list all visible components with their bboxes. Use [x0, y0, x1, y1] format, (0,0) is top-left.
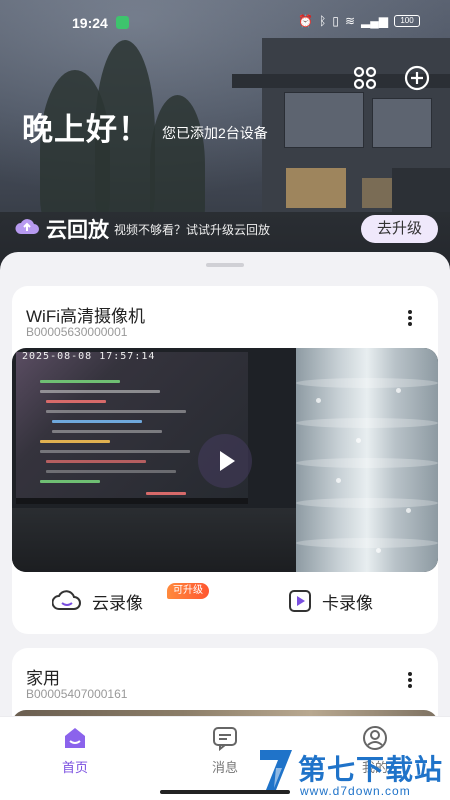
- device-name: WiFi高清摄像机: [26, 307, 145, 326]
- watermark-title: 第七下载站: [298, 754, 444, 785]
- card-recording-label: 卡录像: [322, 593, 373, 613]
- desk: [12, 508, 312, 572]
- cloud-upload-icon: [15, 219, 39, 234]
- cloud-playback-title: 云回放: [46, 219, 109, 242]
- play-square-icon: [289, 590, 311, 612]
- watermark-url: www.d7down.com: [300, 784, 411, 798]
- device-count-text: 您已添加2台设备: [162, 125, 268, 141]
- drag-handle[interactable]: [206, 263, 244, 267]
- device-card[interactable]: WiFi高清摄像机 B00005630000001 2025-08-08 17:…: [12, 286, 438, 634]
- cloud-playback-banner[interactable]: 云回放 视频不够看？试试升级云回放 去升级: [0, 205, 450, 249]
- signal-icon: ▂▄▆: [361, 14, 388, 28]
- message-icon: [213, 727, 237, 751]
- more-options-button[interactable]: [408, 672, 412, 690]
- upgrade-badge: 可升级: [167, 583, 209, 599]
- device-serial: B00005407000161: [26, 687, 128, 701]
- bottle: [296, 348, 438, 572]
- alarm-icon: ⏰: [298, 14, 314, 28]
- device-serial: B00005630000001: [26, 325, 128, 339]
- video-preview[interactable]: 2025-08-08 17:57:14: [12, 348, 438, 572]
- video-timestamp: 2025-08-08 17:57:14: [22, 351, 156, 362]
- cloud-recording-button[interactable]: 云录像: [52, 586, 143, 616]
- cloud-recording-label: 云录像: [92, 593, 143, 613]
- device-name: 家用: [26, 669, 60, 688]
- upgrade-button[interactable]: 去升级: [361, 215, 438, 243]
- tab-home[interactable]: 首页: [45, 725, 105, 776]
- scan-icon: [353, 66, 377, 90]
- home-icon: [65, 728, 85, 748]
- more-options-button[interactable]: [408, 310, 412, 328]
- home-indicator[interactable]: [160, 790, 290, 794]
- notification-app-icon: [116, 16, 129, 29]
- card-recording-button[interactable]: 卡录像: [288, 586, 373, 616]
- greeting-text: 晚上好！: [22, 112, 150, 147]
- tab-home-label: 首页: [61, 760, 88, 775]
- status-time: 19:24: [72, 15, 108, 31]
- cloud-playback-description: 视频不够看？试试升级云回放: [114, 223, 271, 237]
- play-icon: [220, 451, 235, 471]
- tab-messages-label: 消息: [211, 760, 238, 775]
- status-icons: ⏰ ᛒ ▯ ≋ ▂▄▆ 100: [298, 14, 420, 28]
- status-bar: 19:24 ⏰ ᛒ ▯ ≋ ▂▄▆ 100: [0, 0, 450, 40]
- bluetooth-icon: ᛒ: [319, 14, 327, 28]
- cloud-icon: [52, 590, 81, 610]
- vibrate-icon: ▯: [332, 14, 339, 28]
- watermark-logo-icon: [260, 750, 292, 790]
- scan-button[interactable]: [351, 64, 379, 92]
- tab-messages[interactable]: 消息: [195, 725, 255, 776]
- add-circle-icon: [404, 65, 430, 91]
- add-device-button[interactable]: [403, 64, 431, 92]
- battery-icon: 100: [394, 15, 420, 27]
- wifi-icon: ≋: [344, 14, 356, 28]
- play-button[interactable]: [198, 434, 252, 488]
